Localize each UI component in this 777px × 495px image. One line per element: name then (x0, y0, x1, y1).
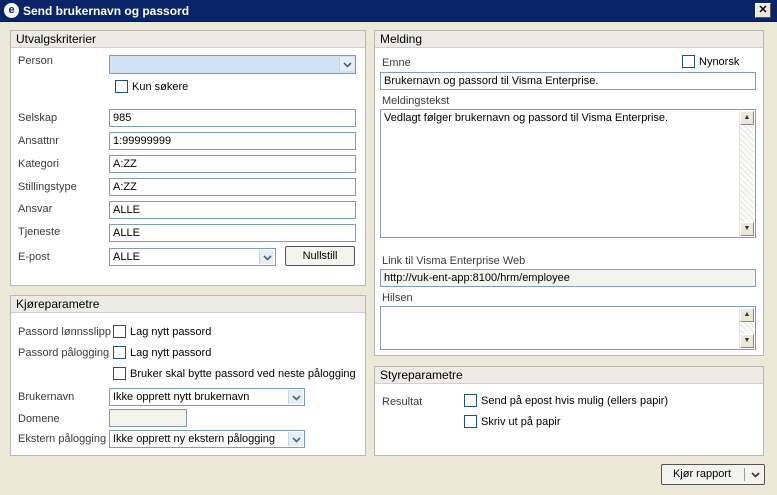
lag-nytt-passord-label: Lag nytt passord (130, 347, 212, 359)
selskap-label: Selskap (18, 112, 58, 124)
selskap-field[interactable]: 985 (109, 109, 356, 127)
lag-nytt-passord-label: Lag nytt passord (130, 326, 212, 338)
title-bar: e Send brukernavn og passord ✕ (0, 0, 777, 22)
meldingstekst-label: Meldingstekst (382, 95, 450, 107)
lag-nytt-passord-lonnsslipp-checkbox[interactable] (113, 325, 126, 338)
kun-sokere-label: Kun søkere (132, 81, 189, 93)
person-select[interactable] (109, 55, 356, 74)
kun-sokere-checkbox[interactable] (115, 80, 128, 93)
skriv-ut-label: Skriv ut på papir (481, 416, 561, 428)
hilsen-label: Hilsen (382, 292, 413, 304)
split-separator (744, 468, 745, 481)
kjor-rapport-label[interactable]: Kjør rapport (662, 465, 742, 484)
epost-value: ALLE (113, 251, 140, 263)
ansvar-label: Ansvar (18, 203, 53, 215)
tjeneste-label: Tjeneste (18, 226, 61, 238)
chevron-down-icon[interactable] (288, 432, 303, 446)
stillingstype-label: Stillingstype (18, 181, 77, 193)
nynorsk-label: Nynorsk (699, 56, 740, 68)
ekstern-palogging-label: Ekstern pålogging (18, 433, 107, 445)
nynorsk-checkbox[interactable] (682, 55, 695, 68)
ansattnr-field[interactable]: 1:99999999 (109, 132, 356, 150)
scroll-up-icon[interactable]: ▲ (740, 308, 754, 322)
passord-lonnsslipp-label: Passord lønnsslipp (18, 326, 111, 338)
scroll-up-icon[interactable]: ▲ (740, 111, 754, 125)
chevron-down-icon[interactable] (339, 57, 354, 71)
epost-label: E-post (18, 251, 50, 263)
panel-header: Utvalgskriterier (11, 31, 365, 48)
emne-label: Emne (382, 57, 411, 69)
hilsen-textarea[interactable]: ▲ ▼ (380, 306, 756, 350)
scroll-down-icon[interactable]: ▼ (740, 334, 754, 348)
window-title: Send brukernavn og passord (23, 4, 190, 18)
send-epost-checkbox[interactable] (464, 394, 477, 407)
lag-nytt-passord-palogging-checkbox[interactable] (113, 346, 126, 359)
melding-panel: Melding Emne Nynorsk Brukernavn og passo… (374, 30, 764, 356)
chevron-down-icon[interactable] (259, 250, 274, 264)
brukernavn-select[interactable]: Ikke opprett nytt brukernavn (109, 388, 305, 406)
link-label: Link til Visma Enterprise Web (382, 255, 526, 267)
meldingstekst-textarea[interactable]: Vedlagt følger brukernavn og passord til… (380, 109, 756, 238)
meldingstekst-scrollbar[interactable]: ▲ ▼ (739, 111, 754, 236)
chevron-down-icon[interactable] (748, 465, 762, 484)
styreparametre-panel: Styreparametre Resultat Send på epost hv… (374, 366, 764, 456)
kjor-rapport-button[interactable]: Kjør rapport (661, 464, 765, 485)
hilsen-scrollbar[interactable]: ▲ ▼ (739, 308, 754, 348)
chevron-down-icon[interactable] (288, 390, 303, 404)
resultat-label: Resultat (382, 396, 423, 408)
bytte-passord-label: Bruker skal bytte passord ved neste pålo… (130, 368, 356, 380)
link-field[interactable]: http://vuk-ent-app:8100/hrm/employee (380, 269, 756, 287)
bytte-passord-checkbox[interactable] (113, 367, 126, 380)
kjoreparametre-panel: Kjøreparametre Passord lønnsslipp Lag ny… (10, 295, 366, 456)
ansvar-field[interactable]: ALLE (109, 201, 356, 219)
scroll-down-icon[interactable]: ▼ (740, 222, 754, 236)
brukernavn-value: Ikke opprett nytt brukernavn (113, 391, 250, 403)
domene-label: Domene (18, 413, 60, 425)
emne-field[interactable]: Brukernavn og passord til Visma Enterpri… (380, 72, 756, 90)
epost-select[interactable]: ALLE (109, 248, 276, 266)
close-icon[interactable]: ✕ (755, 3, 771, 18)
panel-header: Melding (375, 31, 763, 48)
ekstern-palogging-select[interactable]: Ikke opprett ny ekstern pålogging (109, 430, 305, 448)
panel-header: Kjøreparametre (11, 296, 365, 313)
ekstern-palogging-value: Ikke opprett ny ekstern pålogging (113, 433, 276, 445)
tjeneste-field[interactable]: ALLE (109, 224, 356, 242)
stillingstype-field[interactable]: A:ZZ (109, 178, 356, 196)
skriv-ut-checkbox[interactable] (464, 415, 477, 428)
kategori-field[interactable]: A:ZZ (109, 155, 356, 173)
brukernavn-label: Brukernavn (18, 391, 75, 403)
ansattnr-label: Ansattnr (18, 135, 59, 147)
utvalgskriterier-panel: Utvalgskriterier Person Kun søkere Selsk… (10, 30, 366, 286)
nullstill-button[interactable]: Nullstill (285, 246, 355, 266)
visma-e-icon: e (4, 3, 19, 18)
meldingstekst-value: Vedlagt følger brukernavn og passord til… (384, 112, 669, 124)
send-epost-label: Send på epost hvis mulig (ellers papir) (481, 395, 669, 407)
kategori-label: Kategori (18, 158, 59, 170)
panel-header: Styreparametre (375, 367, 763, 384)
person-label: Person (18, 55, 53, 67)
domene-field[interactable] (109, 409, 187, 427)
passord-palogging-label: Passord pålogging (18, 347, 110, 359)
